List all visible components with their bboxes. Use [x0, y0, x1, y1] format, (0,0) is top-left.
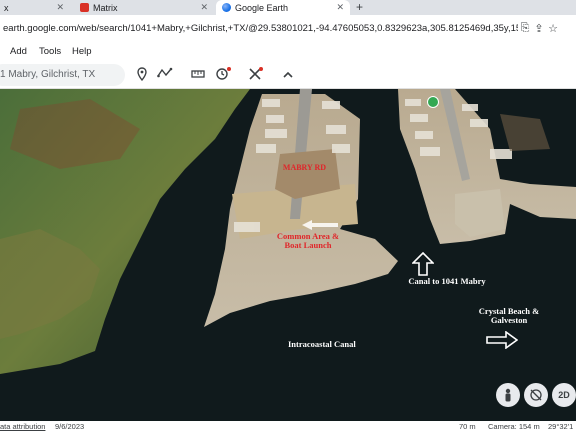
path-measure-icon[interactable] [157, 67, 173, 83]
search-input[interactable]: 1 Mabry, Gilchrist, TX [0, 64, 125, 86]
label-crystal-beach: Crystal Beach & Galveston [478, 306, 540, 326]
browser-tab-1[interactable]: x ✕ [0, 0, 70, 15]
matrix-favicon-icon [80, 3, 89, 12]
browser-tab-strip: x ✕ Matrix ✕ Google Earth ✕ + [0, 0, 576, 15]
label-common-area: Common Area & Boat Launch [276, 231, 340, 251]
share-icon[interactable]: ⇪ [532, 22, 546, 35]
label-mabry-rd: MABRY RD [282, 163, 327, 172]
ruler-icon[interactable] [190, 67, 206, 83]
close-icon[interactable]: ✕ [200, 2, 208, 13]
notification-dot-icon [259, 67, 263, 71]
browser-tab-matrix[interactable]: Matrix ✕ [74, 0, 214, 15]
compass-off-icon[interactable] [524, 383, 548, 407]
tab-label: x [4, 2, 9, 13]
imagery-date: 9/6/2023 [55, 422, 85, 431]
camera-altitude: Camera: 154 m [488, 422, 540, 431]
menu-tools[interactable]: Tools [39, 46, 61, 57]
bookmark-star-icon[interactable]: ☆ [546, 22, 560, 35]
label-intracoastal-canal: Intracoastal Canal [288, 339, 356, 349]
tab-label: Google Earth [235, 2, 289, 13]
chevron-up-icon[interactable] [280, 67, 296, 83]
url-field[interactable]: earth.google.com/web/search/1041+Mabry,+… [3, 23, 518, 34]
close-icon[interactable]: ✕ [56, 2, 64, 13]
place-marker-icon[interactable] [427, 96, 439, 108]
earth-3d-view[interactable]: MABRY RD Common Area & Boat Launch Canal… [0, 89, 576, 421]
earth-menu-bar: Add Tools Help [0, 41, 576, 61]
address-bar: earth.google.com/web/search/1041+Mabry,+… [0, 15, 576, 41]
coordinates-readout: 29°32'1 [548, 422, 574, 431]
new-tab-icon[interactable]: + [356, 0, 363, 15]
tab-label: Matrix [93, 2, 118, 13]
earth-toolbar: 1 Mabry, Gilchrist, TX [0, 61, 576, 89]
toggle-2d-button[interactable]: 2D [552, 383, 576, 407]
browser-tab-google-earth[interactable]: Google Earth ✕ [216, 0, 350, 15]
street-view-pegman-icon[interactable] [496, 383, 520, 407]
scale-label: 70 m [459, 422, 476, 431]
menu-add[interactable]: Add [10, 46, 27, 57]
status-footer: ata attribution 9/6/2023 70 m Camera: 15… [0, 421, 576, 432]
left-arrow-icon [302, 220, 338, 230]
label-canal-to-1041-mabry: Canal to 1041 Mabry [408, 276, 486, 286]
data-attribution-link[interactable]: ata attribution [0, 422, 45, 431]
location-pin-icon[interactable] [134, 67, 150, 83]
right-arrow-icon [486, 331, 518, 349]
google-earth-favicon-icon [222, 3, 231, 12]
notification-dot-icon [227, 67, 231, 71]
up-arrow-icon [412, 252, 434, 276]
menu-help[interactable]: Help [72, 46, 92, 57]
satellite-imagery [0, 89, 576, 421]
close-icon[interactable]: ✕ [336, 2, 344, 13]
install-app-icon[interactable]: ⎘ [518, 22, 532, 35]
